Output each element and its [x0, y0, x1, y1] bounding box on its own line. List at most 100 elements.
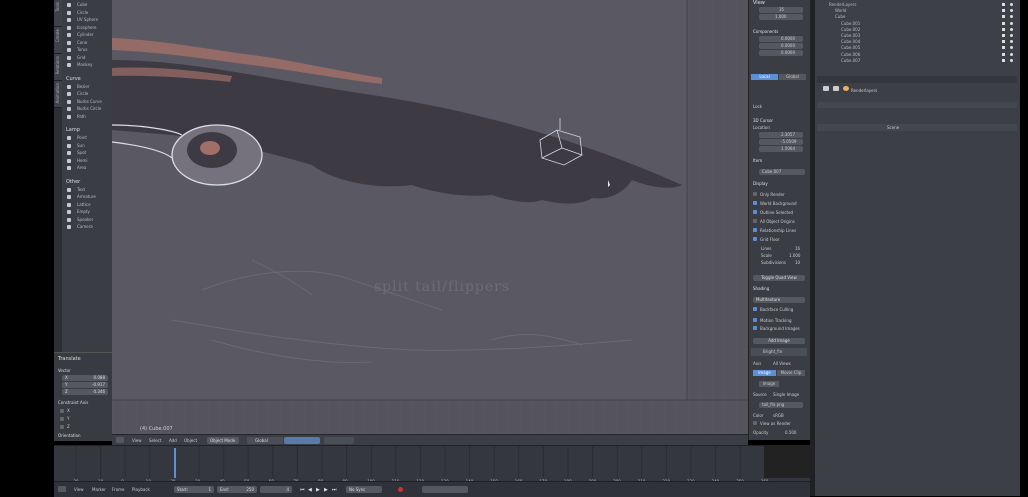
sync-select[interactable]: No Sync [346, 486, 382, 493]
tool-button[interactable]: Grid [65, 55, 109, 61]
scene-icon[interactable] [843, 86, 849, 91]
motion-tracking-row[interactable]: Motion Tracking [753, 318, 791, 323]
tool-button[interactable]: Bezier [65, 84, 109, 90]
outliner-row[interactable]: Cube [821, 14, 1017, 19]
color-value[interactable]: sRGB [773, 413, 784, 418]
playback-controls[interactable]: ⏮ ◀ ▶ ▶ ⏭ [300, 486, 340, 493]
tool-button[interactable]: Hemi [65, 158, 109, 164]
outliner-row[interactable]: Cube.004 [821, 39, 1017, 44]
tool-button[interactable]: Speaker [65, 217, 109, 223]
3d-viewport[interactable]: split tail/flippers [112, 0, 748, 434]
vector-y-field[interactable]: Y -0.917 [62, 382, 108, 388]
lens-field[interactable]: 35 [759, 7, 803, 13]
source-image-tab[interactable]: Image [753, 370, 776, 376]
toggle-quad-view-button[interactable]: Toggle Quad View [753, 275, 805, 281]
layers-icon[interactable] [833, 86, 839, 91]
outliner-row[interactable]: Cube.005 [821, 45, 1017, 50]
tool-button[interactable]: Spot [65, 150, 109, 156]
tool-button[interactable]: Torus [65, 47, 109, 53]
layer-buttons[interactable] [284, 437, 320, 444]
selectability-icon[interactable] [1002, 15, 1005, 19]
component-field-3[interactable]: 0.0000 [759, 50, 803, 56]
play-icon[interactable]: ▶ [316, 487, 320, 493]
mode-select[interactable]: Object Mode [207, 437, 239, 444]
vector-x-field[interactable]: X 0.088 [62, 375, 108, 381]
display-option-row[interactable]: Grid Floor [753, 237, 780, 242]
tool-button[interactable]: Area [65, 165, 109, 171]
selectability-icon[interactable] [1002, 58, 1005, 62]
display-option-row[interactable]: World Background [753, 201, 797, 206]
tab-relations[interactable]: Relations [54, 54, 62, 81]
visibility-icon[interactable] [1010, 9, 1013, 13]
tool-button[interactable]: Empty [65, 209, 109, 215]
selectability-icon[interactable] [1002, 52, 1005, 56]
tool-section-header[interactable]: Other [66, 179, 80, 185]
keying-set-field[interactable] [422, 486, 468, 493]
visibility-icon[interactable] [1010, 52, 1013, 56]
display-option-row[interactable]: Relationship Lines [753, 228, 796, 233]
tab-tools[interactable]: Tools [54, 0, 62, 27]
backface-culling-row[interactable]: Backface Culling [753, 307, 793, 312]
selectability-icon[interactable] [1002, 21, 1005, 25]
outliner-row[interactable]: Cube.001 [821, 21, 1017, 26]
tool-button[interactable]: Path [65, 114, 109, 120]
vector-z-field[interactable]: Z 0.346 [62, 389, 108, 395]
menu-add[interactable]: Add [169, 438, 177, 443]
outliner-row[interactable]: RenderLayers [821, 2, 1017, 7]
visibility-icon[interactable] [1010, 27, 1013, 31]
tool-button[interactable]: Cylinder [65, 32, 109, 38]
component-field-2[interactable]: 0.0000 [759, 43, 803, 49]
selectability-icon[interactable] [1002, 27, 1005, 31]
location-x-field[interactable]: 2.3057 [759, 132, 803, 138]
menu-frame[interactable]: Frame [112, 487, 124, 492]
outliner-row[interactable]: Cube.006 [821, 52, 1017, 57]
visibility-icon[interactable] [1010, 40, 1013, 44]
tool-button[interactable]: Camera [65, 224, 109, 230]
view-as-render-row[interactable]: View as Render [753, 421, 791, 426]
grid-sub-value[interactable]: 10 [795, 260, 800, 265]
menu-marker[interactable]: Marker [92, 487, 106, 492]
snap-buttons[interactable] [324, 437, 354, 444]
pivot-select[interactable]: Global [252, 437, 276, 444]
display-option-checkbox[interactable] [753, 210, 757, 214]
visibility-icon[interactable] [1010, 46, 1013, 50]
outliner-row[interactable]: Cube.003 [821, 33, 1017, 38]
visibility-icon[interactable] [1010, 21, 1013, 25]
multitexture-select[interactable]: Multitexture [753, 297, 805, 303]
display-option-checkbox[interactable] [753, 219, 757, 223]
tool-button[interactable]: Circle [65, 10, 109, 16]
display-option-checkbox[interactable] [753, 201, 757, 205]
record-icon[interactable] [398, 487, 403, 492]
tab-create[interactable]: Create [54, 27, 62, 54]
tool-button[interactable]: Circle [65, 91, 109, 97]
constraint-y-checkbox[interactable] [60, 417, 64, 421]
current-frame-field[interactable]: 4 [260, 486, 292, 493]
tool-button[interactable]: Cube [65, 2, 109, 8]
timeline[interactable]: -20-100102030405060708090100110120130140… [54, 445, 810, 484]
constraint-x-checkbox[interactable] [60, 409, 64, 413]
menu-object[interactable]: Object [184, 438, 197, 443]
timeline-editor-icon[interactable] [58, 486, 66, 492]
grid-lines-value[interactable]: 16 [795, 246, 800, 251]
menu-view[interactable]: View [74, 487, 84, 492]
display-option-checkbox[interactable] [753, 228, 757, 232]
item-name-field[interactable]: Cube.007 [759, 169, 805, 175]
location-z-field[interactable]: 1.5064 [759, 146, 803, 152]
tab-global[interactable]: Global [779, 74, 806, 80]
jump-end-icon[interactable]: ⏭ [332, 487, 337, 493]
tool-button[interactable]: Monkey [65, 62, 109, 68]
constraint-z-checkbox[interactable] [60, 425, 64, 429]
menu-playback[interactable]: Playback [132, 487, 150, 492]
display-option-row[interactable]: Outline Selected [753, 210, 793, 215]
selectability-icon[interactable] [1002, 34, 1005, 37]
jump-start-icon[interactable]: ⏮ [300, 487, 305, 493]
image-entry-header[interactable]: Bright_fin [751, 348, 807, 356]
display-option-checkbox[interactable] [753, 237, 757, 241]
editor-type-icon[interactable] [116, 437, 124, 443]
end-frame-field[interactable]: End: 250 [217, 486, 257, 493]
next-key-icon[interactable]: ▶ [324, 487, 328, 493]
opacity-value[interactable]: 0.500 [785, 430, 796, 435]
grid-scale-value[interactable]: 1.000 [789, 253, 800, 258]
tool-button[interactable]: Icosphere [65, 25, 109, 31]
tool-button[interactable]: Lattice [65, 202, 109, 208]
